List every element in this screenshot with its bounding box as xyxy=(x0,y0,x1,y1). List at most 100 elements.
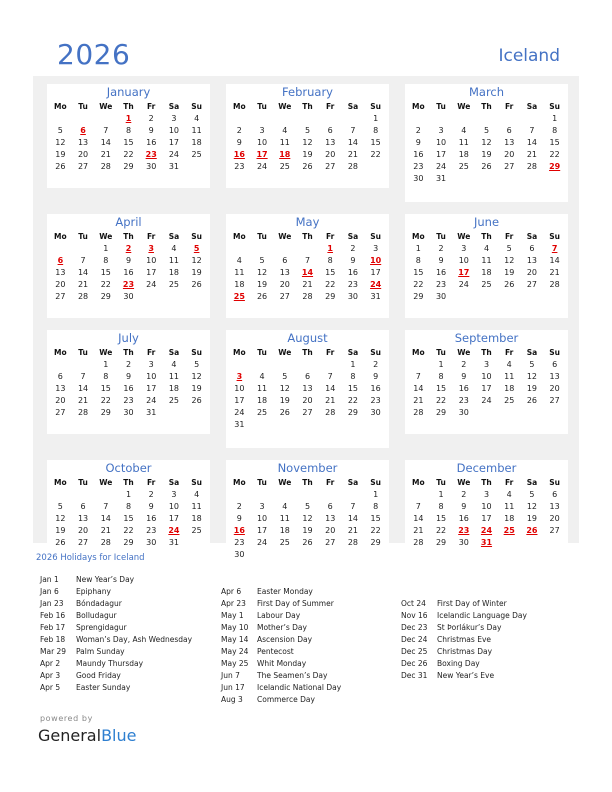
holiday-name: Icelandic Language Day xyxy=(437,611,527,620)
day-cell: 11 xyxy=(168,372,180,381)
empty-day-cell xyxy=(273,113,296,125)
day-cell: 4 xyxy=(236,256,242,265)
day-cell: 17 xyxy=(146,268,157,277)
day-cell: 7 xyxy=(304,256,311,265)
day-cell: 28 xyxy=(347,162,359,171)
day-cell: 5 xyxy=(194,360,200,369)
weekday-header: Th xyxy=(302,478,313,487)
day-cell: 30 xyxy=(146,162,157,171)
holiday-list-item: May 24 Pentecost xyxy=(221,646,341,658)
day-cell: 15 xyxy=(435,514,447,523)
holiday-date: Nov 16 xyxy=(401,611,428,620)
brand-blue: Blue xyxy=(101,726,137,745)
holiday-name: Good Friday xyxy=(76,671,121,680)
weekday-header: Fr xyxy=(326,102,335,111)
month-september: September Mo Tu We Th Fr Sa Su 1 2 3 4 5 6 7 8 9 10 11 12 13… xyxy=(405,330,568,434)
weekday-header: Tu xyxy=(257,102,267,111)
empty-day-cell xyxy=(94,489,117,501)
day-cell: 20 xyxy=(279,280,290,289)
day-cell: 16 xyxy=(458,514,469,523)
holiday-day-cell: 26 xyxy=(526,526,538,535)
day-cell: 16 xyxy=(146,514,157,523)
holiday-day-cell: 2 xyxy=(125,244,132,253)
day-cell: 8 xyxy=(125,502,132,511)
day-cell: 18 xyxy=(504,384,515,393)
month-grid: January Mo Tu We Th Fr Sa Su 1 2 3 4 5 6 7 8 9 10 11 12 13 14… xyxy=(47,84,568,578)
empty-day-cell xyxy=(273,359,296,371)
holiday-date: Apr 2 xyxy=(40,659,61,668)
holiday-day-cell: 3 xyxy=(236,372,243,381)
weekday-header: Mo xyxy=(233,102,246,111)
day-cell: 30 xyxy=(347,292,359,301)
weekday-header: Th xyxy=(123,102,134,111)
month-august: August Mo Tu We Th Fr Sa Su 1 2 3 4 5 6 7 8 9 10 11 12 13 14 1… xyxy=(226,330,389,448)
holiday-date: Jan 6 xyxy=(40,587,59,596)
day-cell: 11 xyxy=(191,502,202,511)
generalblue-logo[interactable]: GeneralBlue xyxy=(38,726,136,745)
weekday-header: Fr xyxy=(326,232,335,241)
empty-day-cell xyxy=(407,489,430,501)
day-cell: 25 xyxy=(168,280,180,289)
holidays-title: 2026 Holidays for Iceland xyxy=(36,553,145,563)
weekday-header: Su xyxy=(191,102,202,111)
day-cell: 18 xyxy=(234,280,245,289)
day-grid: Mo Tu We Th Fr Sa Su 1 2 3 4 5 6 7 8 9 10 11 12 13 14 15 16 17 1… xyxy=(405,100,568,185)
day-cell: 17 xyxy=(481,514,492,523)
weekday-header: Sa xyxy=(526,102,538,111)
day-cell: 11 xyxy=(458,138,469,147)
holiday-list-item: Jun 17 Icelandic National Day xyxy=(221,682,341,694)
day-cell: 17 xyxy=(146,384,157,393)
day-cell: 3 xyxy=(259,126,265,135)
day-cell: 6 xyxy=(327,502,333,511)
empty-day-cell xyxy=(49,359,72,371)
weekday-header: Fr xyxy=(505,232,514,241)
month-may: May Mo Tu We Th Fr Sa Su 1 2 3 4 5 6 7 8 9 10 11 12 13 14 15 16… xyxy=(226,214,389,318)
holiday-list-item: May 25 Whit Monday xyxy=(221,658,341,670)
holiday-name: Sprengidagur xyxy=(76,623,127,632)
day-cell: 26 xyxy=(481,162,492,171)
holiday-name: Palm Sunday xyxy=(76,647,125,656)
weekday-header: Th xyxy=(481,102,492,111)
day-cell: 7 xyxy=(350,502,356,511)
holiday-list-item: Feb 17 Sprengidagur xyxy=(40,622,192,634)
day-cell: 17 xyxy=(435,150,447,159)
empty-day-cell xyxy=(228,243,251,255)
holiday-date: Jun 7 xyxy=(221,671,240,680)
day-cell: 24 xyxy=(234,408,245,417)
day-cell: 20 xyxy=(549,384,560,393)
holiday-date: Feb 16 xyxy=(40,611,66,620)
holiday-list-item: May 10 Mother’s Day xyxy=(221,622,341,634)
day-cell: 15 xyxy=(123,514,134,523)
day-cell: 28 xyxy=(100,538,111,547)
day-cell: 20 xyxy=(77,150,89,159)
weekday-header: Su xyxy=(191,348,202,357)
day-cell: 25 xyxy=(458,162,469,171)
weekday-header: We xyxy=(457,478,471,487)
day-cell: 8 xyxy=(373,126,379,135)
day-cell: 6 xyxy=(327,126,333,135)
day-cell: 25 xyxy=(168,396,180,405)
day-cell: 19 xyxy=(504,268,515,277)
empty-day-cell xyxy=(319,359,342,371)
weekday-header: Tu xyxy=(257,232,267,241)
day-cell: 3 xyxy=(171,490,177,499)
holiday-day-cell: 14 xyxy=(301,268,314,277)
day-cell: 1 xyxy=(350,360,356,369)
day-cell: 14 xyxy=(413,514,424,523)
day-cell: 29 xyxy=(347,408,359,417)
weekday-header: Su xyxy=(370,478,381,487)
holiday-name: Epiphany xyxy=(76,587,111,596)
day-cell: 20 xyxy=(526,268,538,277)
holiday-day-cell: 29 xyxy=(549,162,561,171)
day-cell: 18 xyxy=(279,526,290,535)
day-cell: 25 xyxy=(279,538,290,547)
weekday-header: Tu xyxy=(78,348,88,357)
holiday-name: Bóndadagur xyxy=(76,599,122,608)
day-grid: Mo Tu We Th Fr Sa Su 1 2 3 4 5 6 7 8 9 10 11 12 13 14 15 16 17 1… xyxy=(47,230,210,303)
day-cell: 16 xyxy=(123,384,134,393)
day-cell: 9 xyxy=(415,138,421,147)
holiday-name: St Þorlákur’s Day xyxy=(437,623,502,632)
day-cell: 4 xyxy=(483,244,490,253)
holiday-list-item: Dec 23 St Þorlákur’s Day xyxy=(401,622,527,634)
day-cell: 23 xyxy=(123,396,134,405)
